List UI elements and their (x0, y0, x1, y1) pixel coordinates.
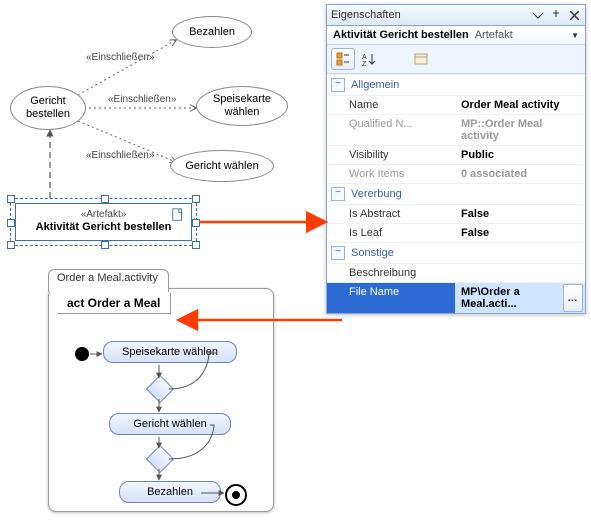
row-is-abstract[interactable]: Is Abstract False (327, 204, 585, 223)
activity-node-3[interactable]: Bezahlen (119, 481, 221, 503)
properties-subject[interactable]: Aktivität Gericht bestellen Artefakt ▼ (327, 26, 585, 45)
svg-text:A: A (362, 54, 367, 61)
category-other-label: Sonstige (351, 247, 394, 259)
row-work-value: 0 associated (455, 165, 585, 183)
row-qname-key: Qualified N... (327, 115, 455, 145)
properties-selection-type: Artefakt (475, 29, 513, 41)
row-desc-value[interactable] (455, 264, 585, 282)
browse-button[interactable]: … (563, 284, 583, 312)
row-file-name[interactable]: File Name MP\Order a Meal.acti... … (327, 282, 585, 313)
properties-selection-name: Aktivität Gericht bestellen (333, 29, 469, 41)
categorized-view-button[interactable] (331, 48, 355, 70)
artifact-name: Aktivität Gericht bestellen (36, 221, 172, 234)
row-visibility[interactable]: Visibility Public (327, 145, 585, 164)
usecase-main-label: Gericht bestellen (26, 95, 70, 120)
collapse-icon[interactable]: − (331, 246, 345, 260)
activity-file-tab[interactable]: Order a Meal.activity (48, 269, 169, 292)
collapse-icon[interactable]: − (331, 187, 345, 201)
properties-title: Eigenschaften (331, 9, 527, 21)
include-label-3: «Einschließen» (86, 150, 154, 161)
usecase-gericht-label: Gericht wählen (185, 160, 258, 173)
row-name-value[interactable]: Order Meal activity (455, 96, 585, 114)
alphabetical-view-button[interactable]: A Z (357, 48, 381, 70)
activity-node-3-label: Bezahlen (147, 486, 193, 498)
include-label-1: «Einschließen» (86, 52, 154, 63)
row-abs-value[interactable]: False (455, 205, 585, 223)
activity-frame[interactable]: Order a Meal.activity act Order a Meal S… (48, 288, 274, 512)
document-icon (171, 208, 185, 222)
row-description[interactable]: Beschreibung (327, 263, 585, 282)
activity-final-node[interactable] (225, 484, 247, 506)
artifact-stereotype: «Artefakt» (81, 209, 127, 221)
activity-node-1[interactable]: Speisekarte wählen (103, 341, 237, 363)
usecase-gericht[interactable]: Gericht wählen (170, 150, 274, 182)
property-pages-button[interactable] (409, 48, 433, 70)
chevron-down-icon[interactable]: ▼ (571, 31, 579, 40)
row-name-key: Name (327, 96, 455, 114)
row-leaf-value[interactable]: False (455, 224, 585, 242)
row-work-key: Work Items (327, 165, 455, 183)
usecase-bezahlen-label: Bezahlen (189, 26, 235, 39)
row-abs-key: Is Abstract (327, 205, 455, 223)
svg-text:Z: Z (362, 61, 367, 66)
row-file-value[interactable]: MP\Order a Meal.acti... (455, 283, 563, 313)
activity-decision-2[interactable] (146, 445, 174, 473)
row-desc-key: Beschreibung (327, 264, 455, 282)
row-qualified-name: Qualified N... MP::Order Meal activity (327, 114, 585, 145)
row-work-items: Work Items 0 associated (327, 164, 585, 183)
usecase-main[interactable]: Gericht bestellen (10, 86, 86, 130)
row-vis-key: Visibility (327, 146, 455, 164)
activity-node-2-label: Gericht wählen (133, 418, 206, 430)
category-other[interactable]: − Sonstige (327, 242, 585, 263)
activity-initial-node[interactable] (75, 347, 89, 361)
properties-titlebar[interactable]: Eigenschaften (327, 5, 585, 26)
row-leaf-key: Is Leaf (327, 224, 455, 242)
usecase-bezahlen[interactable]: Bezahlen (172, 16, 252, 48)
row-file-key: File Name (327, 283, 455, 313)
row-qname-value: MP::Order Meal activity (455, 115, 585, 145)
row-vis-value[interactable]: Public (455, 146, 585, 164)
close-icon[interactable] (567, 8, 581, 22)
row-is-leaf[interactable]: Is Leaf False (327, 223, 585, 242)
usecase-speisekarte-label: Speisekarte wählen (213, 93, 271, 118)
activity-node-1-label: Speisekarte wählen (122, 346, 218, 358)
include-label-2: «Einschließen» (108, 94, 176, 105)
window-menu-icon[interactable] (531, 8, 545, 22)
activity-file-tab-label: Order a Meal.activity (57, 272, 158, 284)
usecase-speisekarte[interactable]: Speisekarte wählen (196, 86, 288, 126)
row-name[interactable]: Name Order Meal activity (327, 95, 585, 114)
pin-icon[interactable] (549, 8, 563, 22)
artifact-selected[interactable]: «Artefakt» Aktivität Gericht bestellen (10, 198, 197, 246)
category-general-label: Allgemein (351, 79, 399, 91)
properties-toolbar: A Z (327, 45, 585, 74)
activity-heading: act Order a Meal (57, 293, 171, 314)
category-general[interactable]: − Allgemein (327, 74, 585, 95)
category-inherit-label: Vererbung (351, 188, 402, 200)
category-inherit[interactable]: − Vererbung (327, 183, 585, 204)
activity-decision-1[interactable] (146, 375, 174, 403)
properties-window: Eigenschaften Aktivität Gericht bestelle… (326, 4, 586, 314)
collapse-icon[interactable]: − (331, 78, 345, 92)
activity-node-2[interactable]: Gericht wählen (109, 413, 231, 435)
